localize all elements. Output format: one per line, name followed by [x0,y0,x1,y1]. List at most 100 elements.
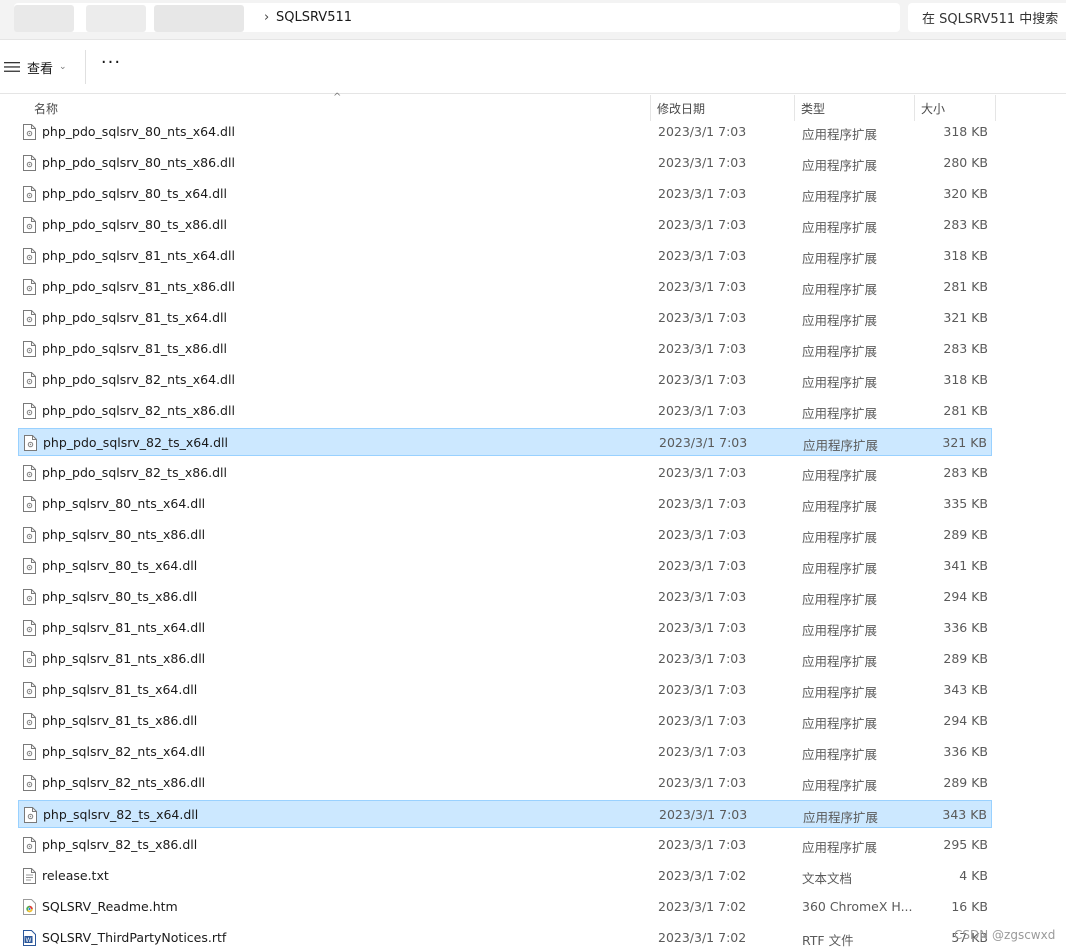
file-list: php_pdo_sqlsrv_80_nts_x64.dll 2023/3/1 7:… [0,118,1066,952]
file-row[interactable]: php_sqlsrv_81_ts_x64.dll 2023/3/1 7:03 应用程… [18,676,992,704]
file-date-cell: 2023/3/1 7:03 [659,435,748,450]
blurred-path-segment [154,5,244,32]
file-type-cell: 应用程序扩展 [802,654,878,669]
search-input[interactable]: 在 SQLSRV511 中搜索 [908,3,1066,32]
file-name-cell: php_pdo_sqlsrv_82_ts_x64.dll [43,435,229,450]
file-size-cell: 318 KB [943,372,988,387]
file-row[interactable]: php_pdo_sqlsrv_81_nts_x64.dll 2023/3/1 7:… [18,242,992,270]
file-row[interactable]: php_sqlsrv_81_ts_x86.dll 2023/3/1 7:03 应用程… [18,707,992,735]
file-size-cell: 281 KB [943,279,988,294]
file-row[interactable]: php_sqlsrv_80_nts_x86.dll 2023/3/1 7:03 应用… [18,521,992,549]
dll-file-icon [23,682,36,698]
file-row[interactable]: php_pdo_sqlsrv_81_ts_x86.dll 2023/3/1 7:0… [18,335,992,363]
file-size-cell: 289 KB [943,527,988,542]
file-size-cell: 341 KB [943,558,988,573]
file-row[interactable]: php_sqlsrv_80_nts_x64.dll 2023/3/1 7:03 应用… [18,490,992,518]
file-name-cell: php_sqlsrv_80_ts_x64.dll [42,558,198,573]
file-name-cell: php_pdo_sqlsrv_81_ts_x86.dll [42,341,228,356]
file-row[interactable]: php_pdo_sqlsrv_80_ts_x64.dll 2023/3/1 7:0… [18,180,992,208]
file-row[interactable]: release.txt 2023/3/1 7:02 文本文档 4 KB [18,862,992,890]
file-size-cell: 283 KB [943,465,988,480]
file-type-cell: 应用程序扩展 [802,778,878,793]
file-date-cell: 2023/3/1 7:03 [658,837,747,852]
file-date-cell: 2023/3/1 7:03 [658,775,747,790]
dll-file-icon [23,372,36,388]
blurred-path-segment [86,5,146,32]
word-file-icon: W [23,930,36,946]
file-row[interactable]: php_sqlsrv_82_ts_x64.dll 2023/3/1 7:03 应用程… [18,800,992,828]
dll-file-icon [23,713,36,729]
file-name-cell: php_sqlsrv_82_ts_x86.dll [42,837,198,852]
file-type-cell: 应用程序扩展 [802,747,878,762]
file-row[interactable]: php_pdo_sqlsrv_81_nts_x86.dll 2023/3/1 7:… [18,273,992,301]
dll-file-icon [24,435,37,451]
dll-file-icon [23,155,36,171]
file-name-cell: release.txt [42,868,109,883]
file-size-cell: 281 KB [943,403,988,418]
breadcrumb-chevron-icon: › [264,10,270,25]
more-options-button[interactable]: ··· [98,53,124,81]
file-name-cell: php_sqlsrv_80_nts_x86.dll [42,527,206,542]
file-type-cell: 应用程序扩展 [802,189,878,204]
file-row[interactable]: SQLSRV_Readme.htm 2023/3/1 7:02 360 Chrome… [18,893,992,921]
file-type-cell: 应用程序扩展 [802,344,878,359]
breadcrumb[interactable]: › SQLSRV511 [14,3,900,32]
file-row[interactable]: php_pdo_sqlsrv_80_nts_x86.dll 2023/3/1 7:… [18,149,992,177]
file-date-cell: 2023/3/1 7:03 [658,713,747,728]
file-name-cell: php_sqlsrv_80_nts_x64.dll [42,496,206,511]
view-button[interactable]: 查看 ⌄ [4,53,76,81]
dll-file-icon [23,124,36,140]
file-date-cell: 2023/3/1 7:03 [658,403,747,418]
dll-file-icon [23,217,36,233]
breadcrumb-current-folder[interactable]: SQLSRV511 [276,10,352,25]
file-size-cell: 336 KB [943,620,988,635]
file-name-cell: php_pdo_sqlsrv_81_nts_x64.dll [42,248,235,263]
file-row[interactable]: php_sqlsrv_81_nts_x86.dll 2023/3/1 7:03 应用… [18,645,992,673]
dll-file-icon [23,775,36,791]
file-type-cell: 应用程序扩展 [803,810,879,825]
file-name-cell: php_sqlsrv_81_nts_x64.dll [42,620,206,635]
file-row[interactable]: php_pdo_sqlsrv_82_nts_x64.dll 2023/3/1 7:… [18,366,992,394]
blurred-path-segment [14,5,74,32]
file-date-cell: 2023/3/1 7:03 [658,558,747,573]
file-date-cell: 2023/3/1 7:03 [658,651,747,666]
file-size-cell: 318 KB [943,248,988,263]
file-date-cell: 2023/3/1 7:03 [658,372,747,387]
browser-file-icon [23,899,36,915]
file-date-cell: 2023/3/1 7:02 [658,868,747,883]
file-size-cell: 343 KB [942,807,987,822]
file-size-cell: 289 KB [943,651,988,666]
file-row[interactable]: php_pdo_sqlsrv_80_ts_x86.dll 2023/3/1 7:0… [18,211,992,239]
file-row[interactable]: php_sqlsrv_82_ts_x86.dll 2023/3/1 7:03 应用程… [18,831,992,859]
file-size-cell: 283 KB [943,341,988,356]
file-date-cell: 2023/3/1 7:03 [658,589,747,604]
file-row[interactable]: php_pdo_sqlsrv_82_ts_x86.dll 2023/3/1 7:0… [18,459,992,487]
file-row[interactable]: W SQLSRV_ThirdPartyNotices.rtf 2023/3/1 7:… [18,924,992,952]
file-name-cell: php_pdo_sqlsrv_82_nts_x86.dll [42,403,235,418]
file-row[interactable]: php_sqlsrv_80_ts_x64.dll 2023/3/1 7:03 应用程… [18,552,992,580]
file-row[interactable]: php_pdo_sqlsrv_80_nts_x64.dll 2023/3/1 7:… [18,118,992,146]
file-size-cell: 321 KB [942,435,987,450]
file-type-cell: 应用程序扩展 [802,406,878,421]
file-type-cell: 应用程序扩展 [803,438,879,453]
dll-file-icon [23,186,36,202]
file-row[interactable]: php_pdo_sqlsrv_81_ts_x64.dll 2023/3/1 7:0… [18,304,992,332]
file-date-cell: 2023/3/1 7:03 [658,217,747,232]
file-name-cell: php_sqlsrv_82_nts_x64.dll [42,744,206,759]
file-date-cell: 2023/3/1 7:03 [658,744,747,759]
file-row[interactable]: php_sqlsrv_82_nts_x86.dll 2023/3/1 7:03 应用… [18,769,992,797]
file-row[interactable]: php_sqlsrv_82_nts_x64.dll 2023/3/1 7:03 应用… [18,738,992,766]
file-row[interactable]: php_sqlsrv_80_ts_x86.dll 2023/3/1 7:03 应用程… [18,583,992,611]
file-type-cell: 应用程序扩展 [802,623,878,638]
file-row[interactable]: php_sqlsrv_81_nts_x64.dll 2023/3/1 7:03 应用… [18,614,992,642]
file-size-cell: 4 KB [959,868,988,883]
file-row[interactable]: php_pdo_sqlsrv_82_ts_x64.dll 2023/3/1 7:0… [18,428,992,456]
file-date-cell: 2023/3/1 7:03 [658,465,747,480]
file-name-cell: php_pdo_sqlsrv_82_nts_x64.dll [42,372,235,387]
watermark: CSDN @zgscwxd [954,928,1056,942]
file-name-cell: php_sqlsrv_82_nts_x86.dll [42,775,206,790]
file-row[interactable]: php_pdo_sqlsrv_82_nts_x86.dll 2023/3/1 7:… [18,397,992,425]
file-type-cell: 文本文档 [802,871,853,886]
dll-file-icon [23,651,36,667]
file-name-cell: php_pdo_sqlsrv_81_nts_x86.dll [42,279,235,294]
